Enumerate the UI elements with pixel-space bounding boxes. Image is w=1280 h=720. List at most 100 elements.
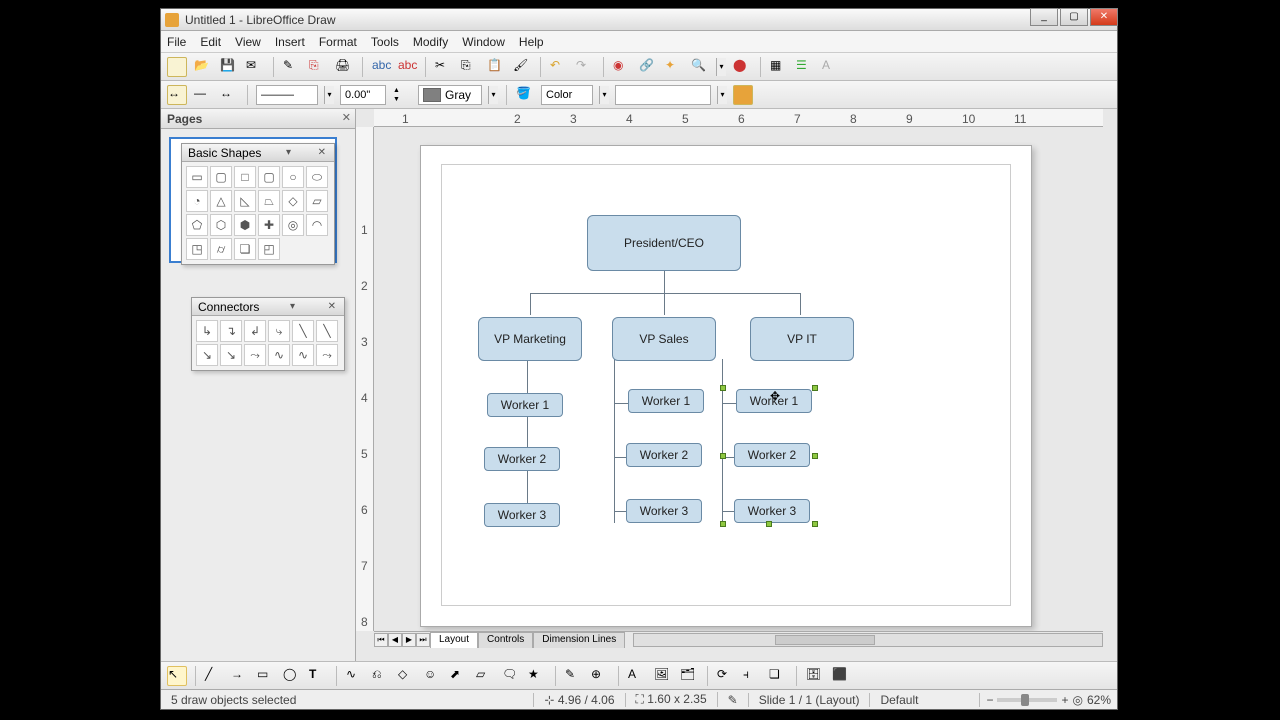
zoom-out-button[interactable]: − bbox=[986, 693, 993, 707]
basic-shapes-title[interactable]: Basic Shapes ▾ ✕ bbox=[182, 144, 334, 162]
selection-handle[interactable] bbox=[720, 521, 726, 527]
connector-9[interactable]: ⤳ bbox=[244, 344, 266, 366]
shape-rectangle[interactable]: ▭ bbox=[186, 166, 208, 188]
shape-octagon[interactable]: ⬢ bbox=[234, 214, 256, 236]
line-color-dropdown[interactable]: ▾ bbox=[488, 86, 498, 104]
menu-window[interactable]: Window bbox=[462, 35, 505, 49]
curve-tool-button[interactable]: ∿ bbox=[345, 666, 365, 686]
shape-cross[interactable]: ✚ bbox=[258, 214, 280, 236]
shape-circle[interactable]: ○ bbox=[282, 166, 304, 188]
box-col2-worker2[interactable]: Worker 2 bbox=[626, 443, 702, 467]
zoom-slider[interactable] bbox=[997, 698, 1057, 702]
tab-first-button[interactable]: ⏮ bbox=[374, 633, 388, 647]
connector-12[interactable]: ⤳ bbox=[316, 344, 338, 366]
selection-handle[interactable] bbox=[812, 521, 818, 527]
menu-view[interactable]: View bbox=[235, 35, 261, 49]
area-button[interactable]: 🪣 bbox=[515, 85, 535, 105]
tab-prev-button[interactable]: ◀ bbox=[388, 633, 402, 647]
shape-right-triangle[interactable]: ◺ bbox=[234, 190, 256, 212]
width-up-button[interactable]: ▲ bbox=[392, 86, 412, 95]
shape-diamond[interactable]: ◇ bbox=[282, 190, 304, 212]
fill-color-dropdown[interactable]: ▾ bbox=[717, 86, 727, 104]
maximize-button[interactable]: ▢ bbox=[1060, 8, 1088, 26]
box-ceo[interactable]: President/CEO bbox=[587, 215, 741, 271]
tab-controls[interactable]: Controls bbox=[478, 632, 533, 648]
box-col2-worker1[interactable]: Worker 1 bbox=[628, 389, 704, 413]
minimize-button[interactable]: _ bbox=[1030, 8, 1058, 26]
zoom-fit-button[interactable]: ◎ bbox=[1072, 693, 1082, 707]
menu-modify[interactable]: Modify bbox=[413, 35, 448, 49]
arrow-style-button[interactable]: ↔ bbox=[167, 85, 187, 105]
copy-button[interactable]: ⎘ bbox=[460, 57, 480, 77]
connector-2[interactable]: ↴ bbox=[220, 320, 242, 342]
box-col3-worker3[interactable]: Worker 3 bbox=[734, 499, 810, 523]
connector-6[interactable]: ╲ bbox=[316, 320, 338, 342]
gluepoints-button[interactable]: ⊕ bbox=[590, 666, 610, 686]
basic-shapes-tool-button[interactable]: ◇ bbox=[397, 666, 417, 686]
status-signature[interactable]: ✎ bbox=[718, 693, 749, 707]
zoom-dropdown[interactable]: ▾ bbox=[716, 58, 726, 76]
zoom-in-button[interactable]: + bbox=[1061, 693, 1068, 707]
chart-button[interactable]: ◉ bbox=[612, 57, 632, 77]
zoom-value[interactable]: 62% bbox=[1087, 693, 1111, 707]
line-end-button[interactable]: ↔ bbox=[219, 85, 239, 105]
rect-tool-button[interactable]: ▭ bbox=[256, 666, 276, 686]
shape-pie[interactable]: ◔ bbox=[186, 190, 208, 212]
selection-handle[interactable] bbox=[812, 453, 818, 459]
arrow-tool-button[interactable]: → bbox=[230, 666, 250, 686]
paste-button[interactable]: 📋 bbox=[486, 57, 506, 77]
connectors-close-icon[interactable]: ✕ bbox=[326, 301, 338, 312]
help-button[interactable]: ⬤ bbox=[732, 57, 752, 77]
save-button[interactable]: 💾 bbox=[219, 57, 239, 77]
email-button[interactable]: ✉ bbox=[245, 57, 265, 77]
arrange-button[interactable]: ❏ bbox=[768, 666, 788, 686]
line-style-button[interactable]: — bbox=[193, 85, 213, 105]
menu-file[interactable]: File bbox=[167, 35, 186, 49]
pdf-button[interactable]: ⎘ bbox=[308, 57, 328, 77]
guides-button[interactable]: ☰ bbox=[795, 57, 815, 77]
connector-3[interactable]: ↲ bbox=[244, 320, 266, 342]
rotate-button[interactable]: ⟳ bbox=[716, 666, 736, 686]
redo-button[interactable]: ↷ bbox=[575, 57, 595, 77]
block-arrows-button[interactable]: ⬈ bbox=[449, 666, 469, 686]
box-col2-worker3[interactable]: Worker 3 bbox=[626, 499, 702, 523]
pages-panel-close-icon[interactable]: ✕ bbox=[342, 111, 351, 124]
horizontal-scrollbar[interactable] bbox=[633, 633, 1103, 647]
box-vp-marketing[interactable]: VP Marketing bbox=[478, 317, 582, 361]
shape-ellipse[interactable]: ⬭ bbox=[306, 166, 328, 188]
fill-color-select[interactable] bbox=[615, 85, 711, 105]
box-col3-worker2[interactable]: Worker 2 bbox=[734, 443, 810, 467]
zoom-button[interactable]: 🔍 bbox=[690, 57, 710, 77]
gallery-button[interactable]: 🗂 bbox=[679, 666, 699, 686]
navigator-button[interactable]: ✦ bbox=[664, 57, 684, 77]
tab-layout[interactable]: Layout bbox=[430, 632, 478, 648]
grid-button[interactable]: ▦ bbox=[769, 57, 789, 77]
width-down-button[interactable]: ▼ bbox=[392, 95, 412, 104]
from-file-button[interactable]: 🖼 bbox=[653, 666, 673, 686]
connectors-title[interactable]: Connectors ▾ ✕ bbox=[192, 298, 344, 316]
align-button[interactable]: ⫞ bbox=[742, 666, 762, 686]
connector-10[interactable]: ∿ bbox=[268, 344, 290, 366]
edit-button[interactable]: ✎ bbox=[282, 57, 302, 77]
stars-button[interactable]: ★ bbox=[527, 666, 547, 686]
undo-button[interactable]: ↶ bbox=[549, 57, 569, 77]
connector-4[interactable]: ⤷ bbox=[268, 320, 290, 342]
callouts-button[interactable]: 🗨 bbox=[501, 666, 521, 686]
shape-cube[interactable]: ❏ bbox=[234, 238, 256, 260]
box-col1-worker3[interactable]: Worker 3 bbox=[484, 503, 560, 527]
spellcheck-button[interactable]: abc bbox=[371, 57, 391, 77]
menu-tools[interactable]: Tools bbox=[371, 35, 399, 49]
selection-handle[interactable] bbox=[766, 521, 772, 527]
shape-roundsquare[interactable]: ▢ bbox=[258, 166, 280, 188]
new-doc-button[interactable] bbox=[167, 57, 187, 77]
shape-pentagon[interactable]: ⬠ bbox=[186, 214, 208, 236]
extrusion-button[interactable]: 🗄 bbox=[805, 666, 825, 686]
print-button[interactable]: 🖨 bbox=[334, 57, 354, 77]
text-tool-button[interactable]: T bbox=[308, 666, 328, 686]
shape-parallelogram[interactable]: ▱ bbox=[306, 190, 328, 212]
selection-handle[interactable] bbox=[720, 385, 726, 391]
box-col1-worker1[interactable]: Worker 1 bbox=[487, 393, 563, 417]
line-width-field[interactable]: 0.00" bbox=[340, 85, 386, 105]
connector-1[interactable]: ↳ bbox=[196, 320, 218, 342]
shape-square[interactable]: □ bbox=[234, 166, 256, 188]
